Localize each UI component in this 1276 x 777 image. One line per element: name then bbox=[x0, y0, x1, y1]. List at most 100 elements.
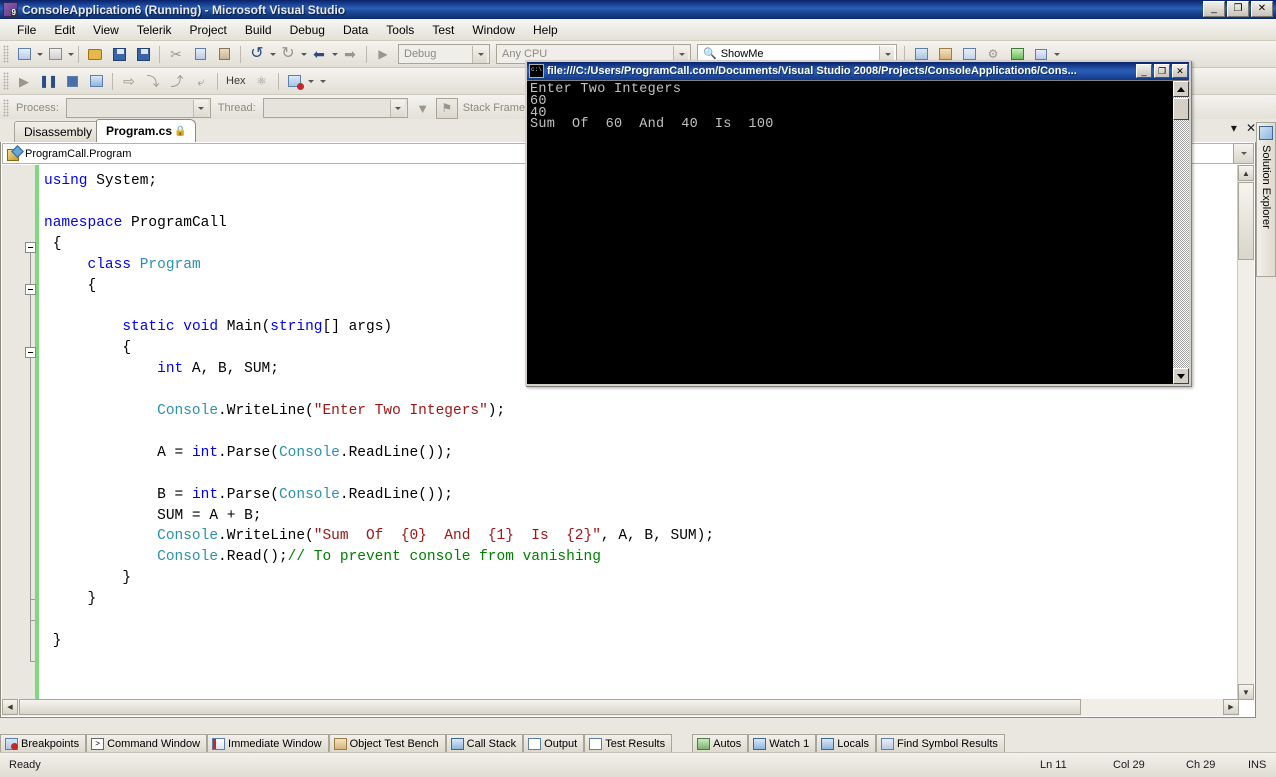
paste-icon[interactable] bbox=[213, 44, 235, 65]
console-scroll-down-button[interactable] bbox=[1173, 368, 1189, 384]
step-out-icon[interactable]: ⤶ bbox=[190, 71, 212, 92]
break-all-icon[interactable]: ❚❚ bbox=[37, 71, 59, 92]
bottom-tab-output[interactable]: Output bbox=[523, 734, 585, 752]
toolbar-grip[interactable] bbox=[3, 72, 9, 90]
console-maximize-button[interactable]: ❐ bbox=[1154, 64, 1170, 78]
console-close-button[interactable]: ✕ bbox=[1172, 64, 1188, 78]
editor-hscroll-thumb[interactable] bbox=[19, 699, 1081, 715]
menu-telerik[interactable]: Telerik bbox=[128, 20, 181, 40]
filter-icon[interactable]: ▼ bbox=[412, 98, 434, 119]
thread-label: Thread: bbox=[217, 102, 256, 114]
outline-collapse-class[interactable] bbox=[25, 284, 36, 295]
bottom-tab-find-symbol-results-label: Find Symbol Results bbox=[897, 737, 998, 750]
hex-display-button[interactable]: Hex bbox=[222, 75, 250, 87]
scroll-down-button[interactable]: ▼ bbox=[1238, 684, 1254, 700]
close-icon[interactable]: ✕ bbox=[1246, 122, 1256, 134]
thread-combo[interactable] bbox=[262, 98, 408, 118]
menu-tools[interactable]: Tools bbox=[377, 20, 423, 40]
redo-icon[interactable]: ↻ bbox=[277, 44, 299, 65]
config-dropdown-icon[interactable] bbox=[472, 45, 487, 63]
editor-vscroll-thumb[interactable] bbox=[1238, 182, 1254, 260]
scroll-left-button[interactable]: ◀ bbox=[2, 699, 18, 715]
menu-file[interactable]: File bbox=[8, 20, 45, 40]
console-vscroll-thumb[interactable] bbox=[1173, 98, 1189, 120]
toolbar-grip[interactable] bbox=[3, 45, 9, 63]
bottom-tab-breakpoints[interactable]: Breakpoints bbox=[0, 734, 87, 752]
menu-view[interactable]: View bbox=[84, 20, 128, 40]
sidebar-item-solution-explorer[interactable]: Solution Explorer bbox=[1256, 122, 1276, 277]
show-next-statement-icon[interactable]: ⇨ bbox=[118, 71, 140, 92]
undo-icon[interactable]: ↺ bbox=[246, 44, 268, 65]
bottom-tab-test-results[interactable]: Test Results bbox=[584, 734, 673, 752]
new-project-icon[interactable] bbox=[13, 44, 35, 65]
menu-test[interactable]: Test bbox=[423, 20, 463, 40]
save-all-icon[interactable] bbox=[132, 44, 154, 65]
toolbar-overflow-icon[interactable] bbox=[1054, 52, 1060, 56]
bottom-tab-watch-1[interactable]: Watch 1 bbox=[748, 734, 817, 752]
undo-dropdown-icon[interactable] bbox=[270, 52, 276, 56]
tab-program-cs[interactable]: Program.cs 🔒 bbox=[96, 119, 197, 142]
solution-platform-value: Any CPU bbox=[502, 48, 548, 60]
scroll-right-button[interactable]: ▶ bbox=[1223, 699, 1239, 715]
menu-help[interactable]: Help bbox=[524, 20, 567, 40]
flag-icon[interactable]: ⚑ bbox=[435, 97, 458, 119]
open-file-icon[interactable] bbox=[84, 44, 106, 65]
bottom-tab-immediate-window[interactable]: Immediate Window bbox=[207, 734, 329, 752]
bottom-tab-autos[interactable]: Autos bbox=[692, 734, 749, 752]
navigate-back-dropdown-icon[interactable] bbox=[332, 52, 338, 56]
chevron-down-icon[interactable]: ▾ bbox=[1231, 122, 1237, 134]
process-dropdown-icon[interactable] bbox=[192, 99, 208, 117]
menu-debug[interactable]: Debug bbox=[281, 20, 334, 40]
console-scroll-up-button[interactable] bbox=[1173, 81, 1189, 97]
bottom-tab-call-stack[interactable]: Call Stack bbox=[445, 734, 524, 752]
navigate-backward-icon[interactable]: ⬅ bbox=[308, 44, 330, 65]
navigate-forward-icon[interactable]: ➡ bbox=[339, 44, 361, 65]
restart-icon[interactable] bbox=[85, 71, 107, 92]
editor-vertical-scrollbar[interactable]: ▲ ▼ bbox=[1237, 165, 1254, 700]
console-window[interactable]: file:///C:/Users/ProgramCall.com/Documen… bbox=[525, 60, 1191, 386]
start-debugging-icon[interactable]: ▶ bbox=[372, 44, 394, 65]
tab-disassembly[interactable]: Disassembly bbox=[14, 121, 103, 142]
step-over-icon[interactable]: ⤴ bbox=[166, 71, 188, 92]
menu-project[interactable]: Project bbox=[181, 20, 236, 40]
process-combo[interactable] bbox=[65, 98, 211, 118]
stop-debugging-icon[interactable] bbox=[61, 71, 83, 92]
debug-toolbar-overflow-icon[interactable] bbox=[319, 79, 326, 83]
bottom-tab-command-window-label: Command Window bbox=[107, 737, 201, 750]
console-output-area[interactable]: Enter Two Integers 60 40 Sum Of 60 And 4… bbox=[527, 80, 1189, 384]
locals-icon bbox=[821, 737, 835, 750]
copy-icon[interactable] bbox=[189, 44, 211, 65]
bottom-tab-find-symbol-results[interactable]: Find Symbol Results bbox=[876, 734, 1005, 752]
continue-icon[interactable]: ▶ bbox=[13, 71, 35, 92]
console-minimize-button[interactable]: _ bbox=[1136, 64, 1152, 78]
add-item-dropdown-icon[interactable] bbox=[68, 52, 74, 56]
menu-data[interactable]: Data bbox=[334, 20, 377, 40]
restore-button[interactable]: ❐ bbox=[1227, 1, 1249, 17]
bottom-tab-locals[interactable]: Locals bbox=[816, 734, 877, 752]
menu-build[interactable]: Build bbox=[236, 20, 281, 40]
threads-icon[interactable]: ⚛ bbox=[251, 71, 273, 92]
editor-horizontal-scrollbar[interactable]: ◀ ▶ bbox=[2, 699, 1239, 716]
outline-collapse-namespace[interactable] bbox=[25, 242, 36, 253]
bottom-tab-command-window[interactable]: > Command Window bbox=[86, 734, 208, 752]
solution-configuration-combo[interactable]: Debug bbox=[398, 44, 490, 64]
add-new-item-icon[interactable] bbox=[44, 44, 66, 65]
breakpoints-window-icon[interactable] bbox=[284, 71, 306, 92]
thread-dropdown-icon[interactable] bbox=[389, 99, 405, 117]
menu-edit[interactable]: Edit bbox=[45, 20, 84, 40]
menu-window[interactable]: Window bbox=[463, 20, 524, 40]
outline-collapse-method[interactable] bbox=[25, 347, 36, 358]
step-into-icon[interactable]: ⤵ bbox=[142, 71, 164, 92]
new-project-dropdown-icon[interactable] bbox=[37, 52, 43, 56]
toolbar-grip[interactable] bbox=[3, 99, 9, 117]
minimize-button[interactable]: _ bbox=[1203, 1, 1225, 17]
bottom-tab-object-test-bench[interactable]: Object Test Bench bbox=[328, 734, 446, 752]
console-vertical-scrollbar[interactable] bbox=[1172, 81, 1189, 384]
redo-dropdown-icon[interactable] bbox=[301, 52, 307, 56]
save-icon[interactable] bbox=[108, 44, 130, 65]
navigation-bar-dropdown-icon[interactable] bbox=[1233, 143, 1254, 164]
breakpoints-dropdown-icon[interactable] bbox=[307, 79, 314, 83]
scroll-up-button[interactable]: ▲ bbox=[1238, 165, 1254, 181]
close-button[interactable]: ✕ bbox=[1251, 1, 1273, 17]
cut-icon[interactable]: ✂ bbox=[165, 44, 187, 65]
